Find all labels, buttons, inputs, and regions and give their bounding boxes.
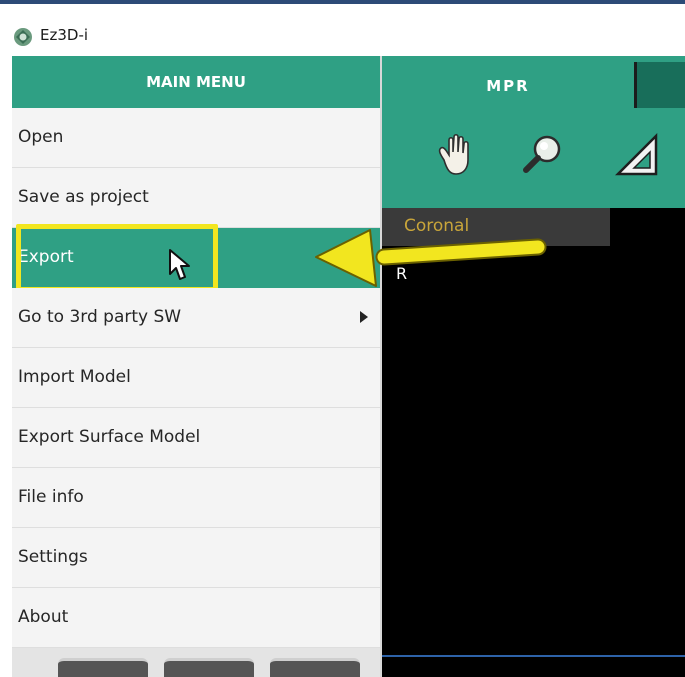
bottom-tool-button[interactable] xyxy=(58,658,148,677)
mouse-cursor-icon xyxy=(169,249,190,280)
window-title: Ez3D-i xyxy=(40,26,89,44)
app-logo-icon xyxy=(14,28,32,46)
bottom-toolbar-strip xyxy=(12,648,380,677)
bottom-tool-button[interactable] xyxy=(270,658,360,677)
menu-item-label: Open xyxy=(18,127,64,147)
submenu-arrow-icon xyxy=(360,311,368,323)
tab-next[interactable] xyxy=(637,62,685,108)
menu-item-about[interactable]: About xyxy=(12,588,380,648)
pan-hand-icon[interactable] xyxy=(430,130,480,180)
ruler-triangle-icon[interactable] xyxy=(612,130,662,180)
main-menu-list: Open Save as project Export Go to 3rd pa… xyxy=(12,108,380,648)
annotation-arrow-icon xyxy=(315,229,547,287)
main-menu-header: MAIN MENU xyxy=(12,56,380,108)
menu-item-save-as-project[interactable]: Save as project xyxy=(12,168,380,228)
menu-item-label: Export Surface Model xyxy=(18,427,201,447)
menu-item-open[interactable]: Open xyxy=(12,108,380,168)
viewer-panel: MPR Coronal R xyxy=(382,56,685,677)
menu-item-import-model[interactable]: Import Model xyxy=(12,348,380,408)
viewer-tab-bar: MPR xyxy=(382,56,685,108)
menu-item-label: Export xyxy=(18,247,74,267)
main-menu-panel: MAIN MENU Open Save as project Export Go… xyxy=(12,56,380,677)
menu-item-label: Go to 3rd party SW xyxy=(18,307,182,327)
menu-item-export-surface-model[interactable]: Export Surface Model xyxy=(12,408,380,468)
menu-item-label: Import Model xyxy=(18,367,131,387)
menu-item-file-info[interactable]: File info xyxy=(12,468,380,528)
title-bar: Ez3D-i xyxy=(0,4,685,54)
menu-item-label: About xyxy=(18,607,69,627)
menu-item-label: File info xyxy=(18,487,84,507)
menu-item-settings[interactable]: Settings xyxy=(12,528,380,588)
menu-item-label: Save as project xyxy=(18,187,149,207)
viewer-bottom-border xyxy=(382,655,685,657)
menu-item-label: Settings xyxy=(18,547,88,567)
bottom-tool-button[interactable] xyxy=(164,658,254,677)
viewer-toolbar xyxy=(382,108,685,208)
tab-mpr[interactable]: MPR xyxy=(382,56,634,108)
menu-item-go-to-3rd-party-sw[interactable]: Go to 3rd party SW xyxy=(12,288,380,348)
zoom-magnifier-icon[interactable] xyxy=(518,130,568,180)
